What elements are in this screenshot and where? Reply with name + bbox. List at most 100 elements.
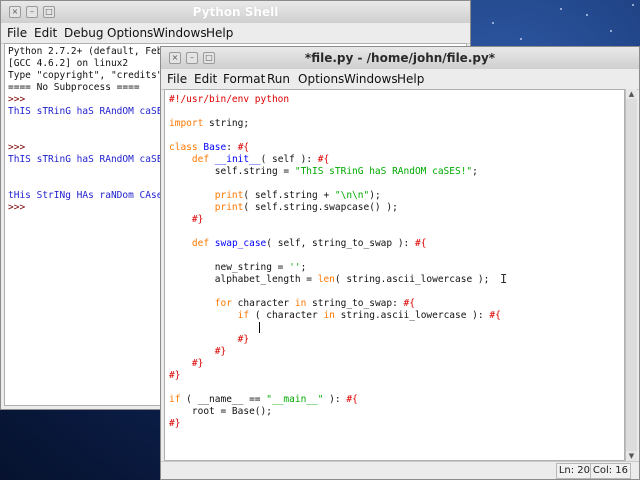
- code-line: def __init__( self ): #{: [169, 154, 329, 166]
- code-line: for character in string_to_swap: #{: [169, 298, 415, 310]
- code-token: swap_case: [214, 238, 267, 249]
- code-token: print: [214, 190, 244, 201]
- editor-vertical-scrollbar[interactable]: ▲ ▼: [625, 89, 637, 461]
- shell-menu-help[interactable]: Help: [206, 26, 233, 40]
- code-token: string.ascii_lowercase ):: [334, 310, 490, 321]
- star: [520, 38, 522, 40]
- code-token: if: [169, 394, 181, 405]
- code-token: ( self.string.swapcase() );: [243, 202, 398, 213]
- shell-output-line: ==== No Subprocess ====: [8, 82, 140, 93]
- shell-prompt: >>>: [8, 94, 26, 105]
- editor-window[interactable]: × – □ *file.py - /home/john/file.py* Fil…: [160, 46, 640, 480]
- code-token: ;: [472, 166, 478, 177]
- code-line: #}: [169, 418, 180, 430]
- code-token: Base: [203, 142, 227, 153]
- shell-menu-edit[interactable]: Edit: [34, 26, 57, 40]
- status-column: Col: 16: [589, 463, 631, 479]
- code-token: #}: [214, 346, 227, 357]
- star: [610, 30, 612, 32]
- code-token: def: [191, 238, 210, 249]
- code-token: #{: [317, 154, 330, 165]
- shell-prompt: >>>: [8, 142, 26, 153]
- code-line: alphabet_length = len( string.ascii_lowe…: [169, 274, 490, 286]
- shell-output-line: ThIS sTRinG haS RAndOM caSE: [8, 154, 163, 165]
- mouse-ibeam-icon: I: [500, 272, 508, 286]
- code-token: character: [231, 298, 295, 309]
- status-line: Ln: 20: [555, 463, 593, 479]
- code-token: if: [237, 310, 250, 321]
- code-line: #}: [169, 370, 180, 382]
- editor-menu-edit[interactable]: Edit: [194, 72, 217, 86]
- editor-menu-windows[interactable]: Windows: [344, 72, 398, 86]
- editor-menu-options[interactable]: Options: [298, 72, 344, 86]
- code-token: #!/usr/bin/env python: [169, 94, 290, 105]
- code-token: #}: [191, 358, 204, 369]
- code-token: ( self.string +: [243, 190, 335, 201]
- code-token: class: [169, 142, 198, 153]
- code-token: self.string =: [169, 166, 295, 177]
- code-token: ( character: [249, 310, 324, 321]
- shell-menu-options[interactable]: Options: [107, 26, 153, 40]
- code-token: #}: [191, 214, 204, 225]
- code-line: self.string = "ThIS sTRinG haS RAndOM ca…: [169, 166, 478, 178]
- code-line: #}: [169, 346, 226, 358]
- editor-menu-run[interactable]: Run: [267, 72, 290, 86]
- shell-output-line: ThIS sTRinG haS RAndOM caSE: [8, 106, 163, 117]
- scroll-up-icon[interactable]: ▲: [626, 89, 637, 99]
- shell-output-line: Python 2.7.2+ (default, Feb: [8, 46, 163, 57]
- editor-statusbar: Ln: 20 Col: 16: [161, 461, 639, 479]
- code-token: #{: [237, 142, 250, 153]
- scroll-down-icon[interactable]: ▼: [626, 451, 637, 461]
- code-line: print( self.string + "\n\n");: [169, 190, 381, 202]
- code-token: ( self ):: [260, 154, 318, 165]
- star: [492, 22, 494, 24]
- code-token: print: [214, 202, 244, 213]
- code-token: ;: [300, 262, 307, 273]
- code-token: for: [214, 298, 232, 309]
- code-line: if ( character in string.ascii_lowercase…: [169, 310, 501, 322]
- star: [632, 4, 634, 6]
- code-line: new_string = '';: [169, 262, 307, 274]
- code-token: #{: [346, 394, 358, 405]
- code-token: ( __name__ ==: [180, 394, 267, 405]
- code-token: "__main__": [266, 394, 324, 405]
- text-cursor: [259, 322, 260, 333]
- code-token: __init__: [214, 154, 261, 165]
- code-line: #!/usr/bin/env python: [169, 94, 289, 106]
- editor-menu-format[interactable]: Format: [223, 72, 265, 86]
- shell-menu-debug[interactable]: Debug: [64, 26, 103, 40]
- shell-prompt: >>>: [8, 202, 26, 213]
- editor-menubar: File Edit Format Run Options Windows Hel…: [161, 69, 639, 90]
- shell-menu-windows[interactable]: Windows: [153, 26, 207, 40]
- code-token: len: [317, 274, 335, 285]
- shell-menu-file[interactable]: File: [7, 26, 27, 40]
- shell-titlebar[interactable]: × – □ Python Shell: [1, 1, 470, 24]
- shell-title: Python Shell: [192, 5, 279, 19]
- code-token: ( string.ascii_lowercase );: [334, 274, 490, 285]
- code-token: string_to_swap:: [306, 298, 404, 309]
- editor-menu-help[interactable]: Help: [397, 72, 424, 86]
- code-token: #}: [169, 418, 181, 429]
- code-token: in: [323, 310, 335, 321]
- code-token: :: [226, 142, 238, 153]
- shell-output-line: Type "copyright", "credits": [8, 70, 163, 81]
- editor-title: *file.py - /home/john/file.py*: [304, 51, 496, 65]
- code-token: new_string =: [169, 262, 290, 273]
- code-token: root = Base();: [169, 406, 272, 417]
- code-line: print( self.string.swapcase() );: [169, 202, 398, 214]
- code-token: string;: [203, 118, 250, 129]
- shell-menubar: File Edit Debug Options Windows Help: [1, 23, 470, 44]
- code-editor[interactable]: I #!/usr/bin/env python import string; cla…: [164, 89, 625, 461]
- code-token: #{: [415, 238, 427, 249]
- editor-menu-file[interactable]: File: [167, 72, 187, 86]
- editor-titlebar[interactable]: × – □ *file.py - /home/john/file.py*: [161, 47, 639, 70]
- code-line: import string;: [169, 118, 249, 130]
- code-line: #}: [169, 214, 203, 226]
